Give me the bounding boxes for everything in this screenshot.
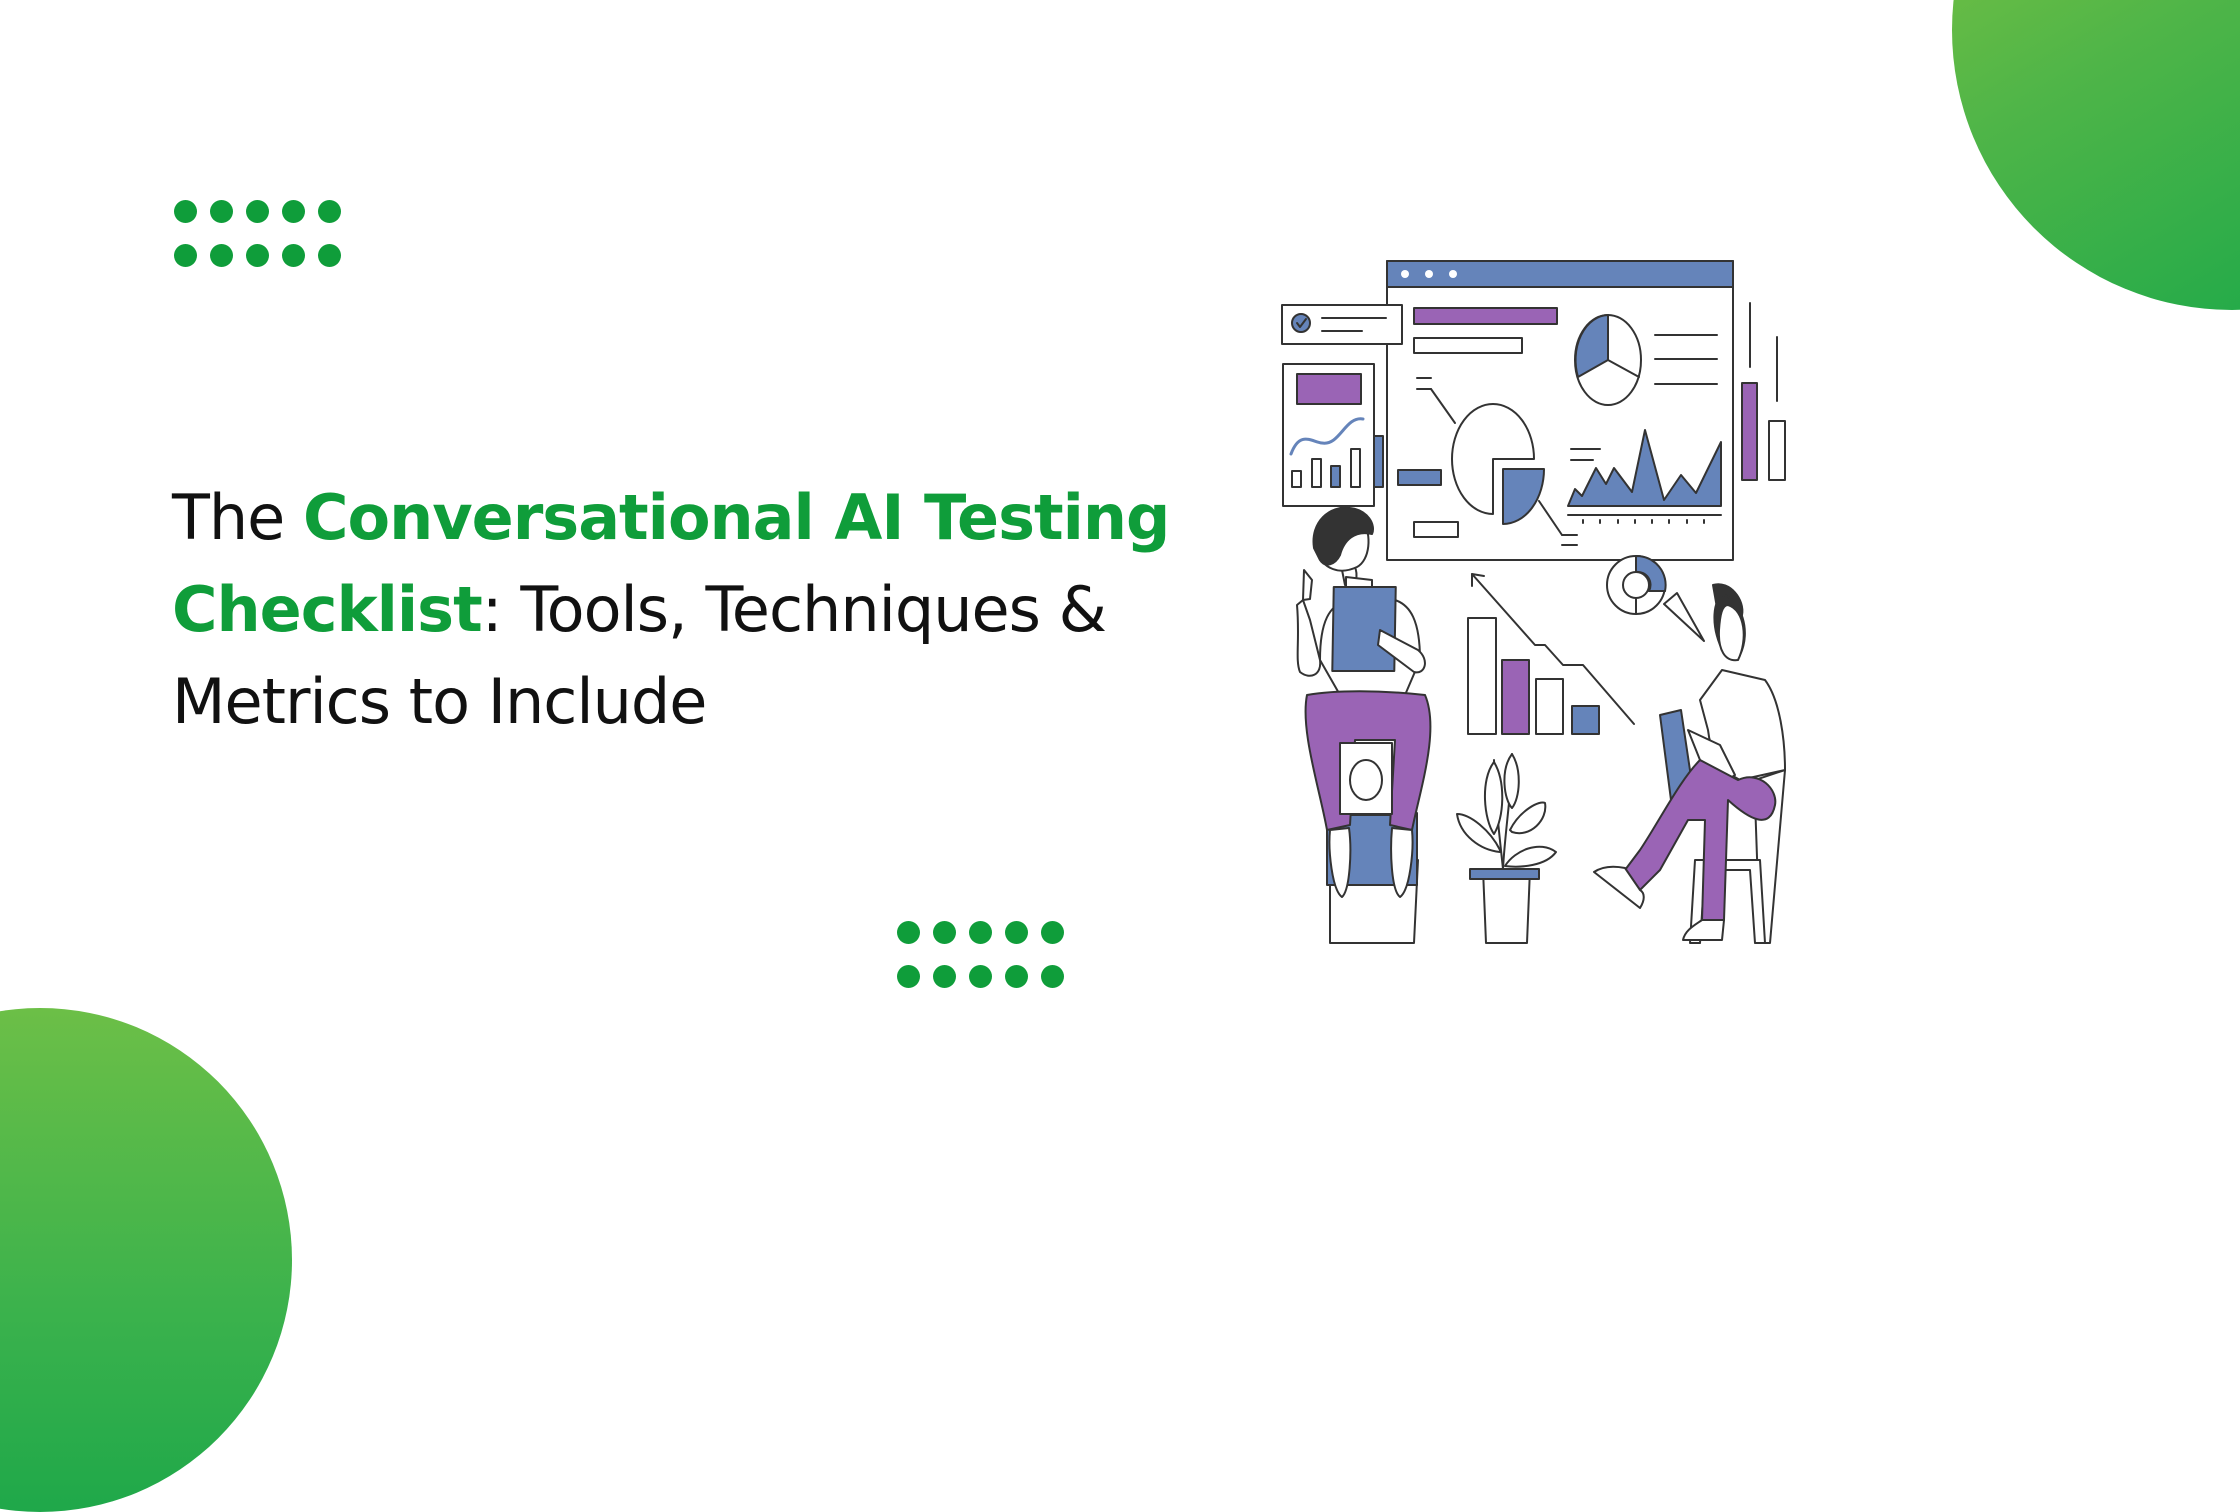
plant-icon [1456,753,1557,944]
dot [318,200,341,223]
dot [897,965,920,988]
dot [210,200,233,223]
dot [174,244,197,267]
dot [282,244,305,267]
checklist-card [1281,304,1403,345]
dot [969,965,992,988]
decorative-circle-bottom-left [0,1008,292,1512]
dot-grid-top [174,200,341,267]
dot [246,244,269,267]
page-title: The Conversational AI Testing Checklist:… [172,472,1222,748]
person-man-icon [1296,506,1432,944]
dot [246,200,269,223]
dot [1041,965,1064,988]
dot-grid-bottom [897,921,1064,988]
title-suffix-1: : Tools, Techniques & [481,573,1107,646]
dot [318,244,341,267]
title-highlight-checklist: Checklist [172,573,483,646]
title-highlight: Conversational AI Testing [303,481,1170,554]
title-prefix: The [172,481,304,554]
browser-window-icon [1386,260,1734,561]
pie-chart-icon [1574,314,1642,406]
bar-chart-icon [1467,617,1600,735]
person-woman-icon [1593,583,1786,944]
donut-chart-icon [1606,554,1705,642]
dot [969,921,992,944]
analytics-illustration [1281,260,1786,944]
dot [933,921,956,944]
dot [897,921,920,944]
dot [174,200,197,223]
dot [210,244,233,267]
dot [282,200,305,223]
dot [1005,965,1028,988]
decorative-circle-top-right [1952,0,2240,310]
dot [1005,921,1028,944]
title-suffix-2: Metrics to Include [172,665,707,738]
dot [933,965,956,988]
report-card [1282,363,1384,507]
dot [1041,921,1064,944]
